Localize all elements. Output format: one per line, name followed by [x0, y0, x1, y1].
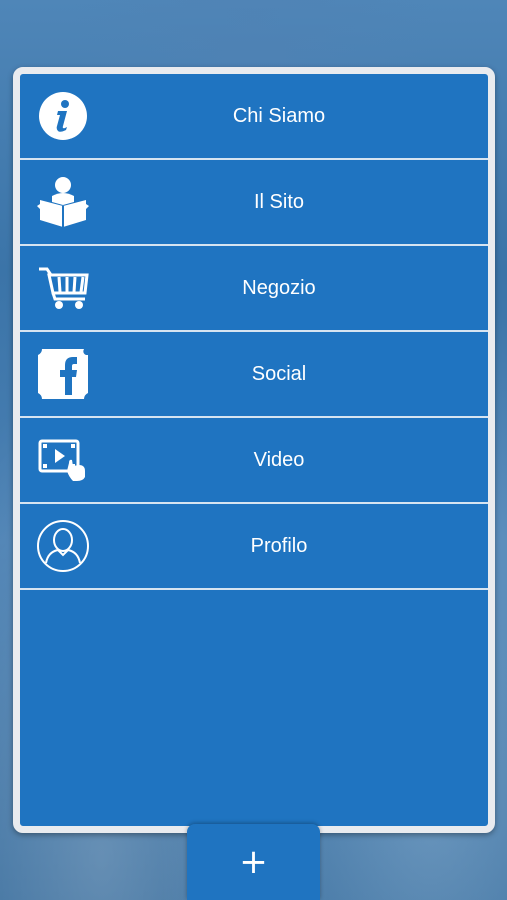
facebook-icon — [35, 346, 91, 402]
menu-item-il-sito[interactable]: Il Sito — [20, 160, 488, 246]
menu-item-video[interactable]: Video — [20, 418, 488, 504]
menu-item-chi-siamo[interactable]: Chi Siamo — [20, 74, 488, 160]
user-profile-icon — [35, 518, 91, 574]
video-icon — [35, 432, 91, 488]
menu-item-negozio[interactable]: Negozio — [20, 246, 488, 332]
add-button[interactable]: + — [187, 824, 320, 900]
menu-item-profilo[interactable]: Profilo — [20, 504, 488, 590]
reader-icon — [35, 174, 91, 230]
menu-panel: Chi Siamo Il Sito Negozio Social Video P… — [13, 67, 495, 833]
cart-icon — [35, 260, 91, 316]
menu-item-social[interactable]: Social — [20, 332, 488, 418]
info-icon — [35, 88, 91, 144]
plus-icon: + — [239, 842, 268, 882]
